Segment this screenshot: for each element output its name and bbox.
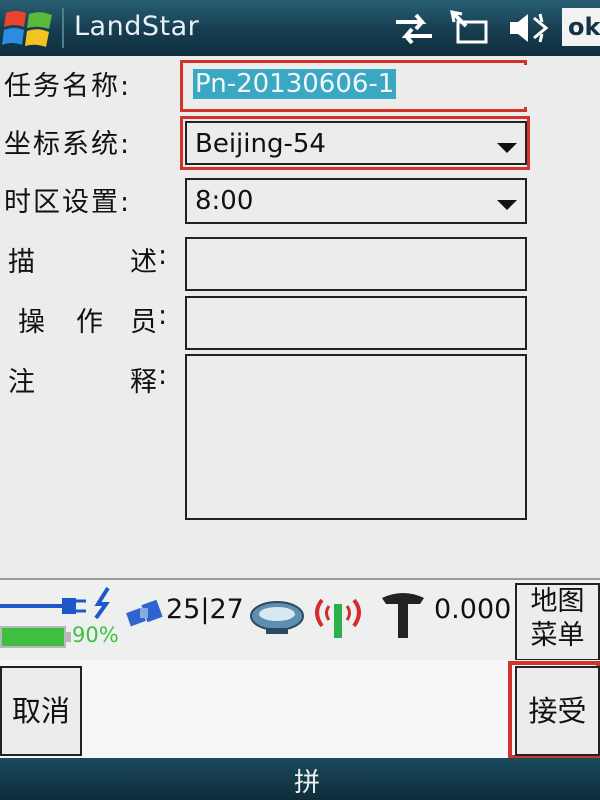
ok-button[interactable]: ok xyxy=(562,8,600,46)
receiver-icon xyxy=(250,601,304,634)
label-char: 描 xyxy=(8,247,37,278)
coord-system-select[interactable]: Beijing-54 xyxy=(185,121,527,165)
map-menu-line2: 菜单 xyxy=(530,620,585,651)
label-char: 操 xyxy=(18,307,47,338)
timezone-label: 时区设置: xyxy=(4,180,131,219)
radio-signal-icon xyxy=(315,598,361,638)
operator-input[interactable] xyxy=(185,296,527,350)
chevron-down-icon[interactable] xyxy=(497,143,517,153)
task-form: 任务名称: Pn-20130606-1 坐标系统: Beijing-54 时区设… xyxy=(0,56,600,578)
timezone-value: 8:00 xyxy=(195,186,254,216)
coord-system-value: Beijing-54 xyxy=(195,129,326,159)
label-char: 称 xyxy=(91,71,120,102)
title-bar: LandStar ok xyxy=(0,0,600,56)
map-menu-button[interactable]: 地图 菜单 xyxy=(515,583,600,661)
coord-system-label: 坐标系统: xyxy=(4,122,131,161)
timezone-select[interactable]: 8:00 xyxy=(185,178,527,224)
notes-textarea[interactable] xyxy=(185,354,527,520)
label-char: 坐 xyxy=(4,129,33,160)
label-char: 名 xyxy=(62,71,91,102)
battery-percent: 90% xyxy=(72,623,119,647)
label-char: 时 xyxy=(4,187,33,218)
label-char: 区 xyxy=(33,187,62,218)
label-char: 作 xyxy=(76,307,105,338)
label-char: 系 xyxy=(62,129,91,160)
connectivity-icon[interactable] xyxy=(392,8,436,48)
chevron-down-icon[interactable] xyxy=(497,200,517,210)
label-char: 注 xyxy=(8,367,37,398)
sync-icon[interactable] xyxy=(448,8,492,48)
app-title: LandStar xyxy=(74,11,200,42)
label-char: 员 xyxy=(130,307,159,338)
task-name-input[interactable]: Pn-20130606-1 xyxy=(185,65,527,107)
label-char: 任 xyxy=(4,71,33,102)
satellite-icon xyxy=(126,599,163,627)
accept-button[interactable]: 接受 xyxy=(515,666,600,756)
satellite-count: 25|27 xyxy=(166,594,244,625)
label-char: : xyxy=(158,300,170,331)
label-char: : xyxy=(120,71,132,102)
task-name-label: 任务名称: xyxy=(4,64,131,103)
task-name-value: Pn-20130606-1 xyxy=(193,69,397,99)
label-char: 务 xyxy=(33,71,62,102)
label-char: : xyxy=(120,187,132,218)
power-plug-icon xyxy=(0,586,110,620)
precision-value: 0.000 xyxy=(434,594,512,625)
bottom-bar: 拼 xyxy=(0,758,600,800)
map-menu-line1: 地图 xyxy=(530,586,585,617)
label-char: 述 xyxy=(130,247,159,278)
battery-icon xyxy=(0,626,71,648)
status-strip: 90% 25|27 0.000 xyxy=(0,578,600,662)
label-char: 统 xyxy=(91,129,120,160)
label-char: 释 xyxy=(130,367,159,398)
windows-logo-icon[interactable] xyxy=(2,5,56,51)
volume-icon[interactable] xyxy=(506,8,550,48)
input-method-button[interactable]: 拼 xyxy=(294,762,320,799)
cancel-button[interactable]: 取消 xyxy=(0,666,82,756)
description-input[interactable] xyxy=(185,237,527,291)
label-char: : xyxy=(120,129,132,160)
label-char: : xyxy=(158,240,170,271)
label-char: : xyxy=(158,360,170,391)
label-char: 设 xyxy=(62,187,91,218)
antenna-pole-icon xyxy=(382,593,424,638)
label-char: 置 xyxy=(91,187,120,218)
title-separator xyxy=(62,8,64,48)
label-char: 标 xyxy=(33,129,62,160)
